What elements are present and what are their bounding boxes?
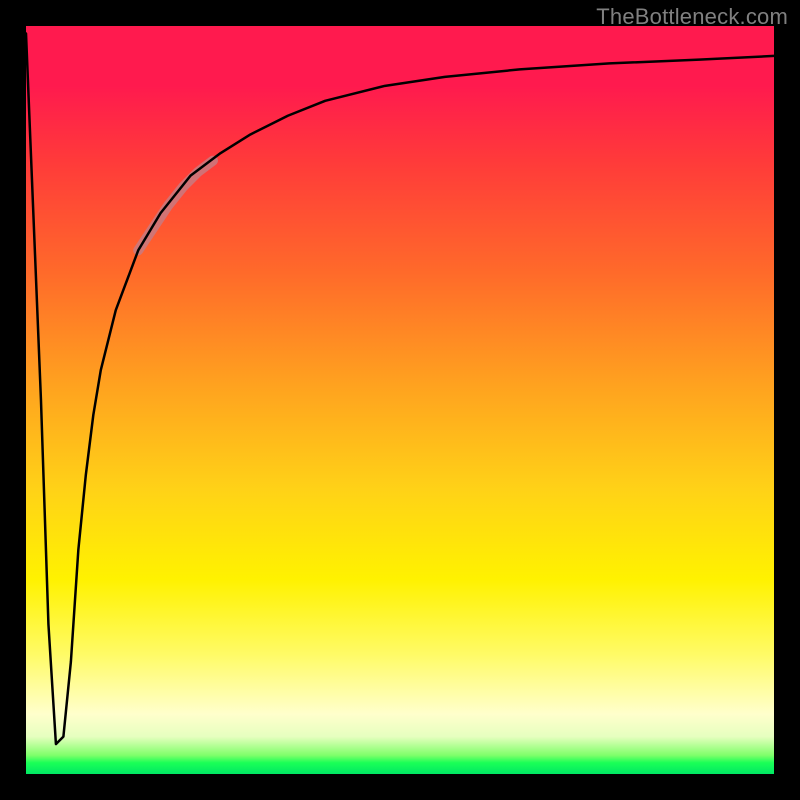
main-curve <box>26 33 774 744</box>
watermark-text: TheBottleneck.com <box>596 4 788 30</box>
plot-area <box>26 26 774 774</box>
curve-svg <box>26 26 774 774</box>
highlight-segment <box>138 161 213 251</box>
chart-frame: TheBottleneck.com <box>0 0 800 800</box>
